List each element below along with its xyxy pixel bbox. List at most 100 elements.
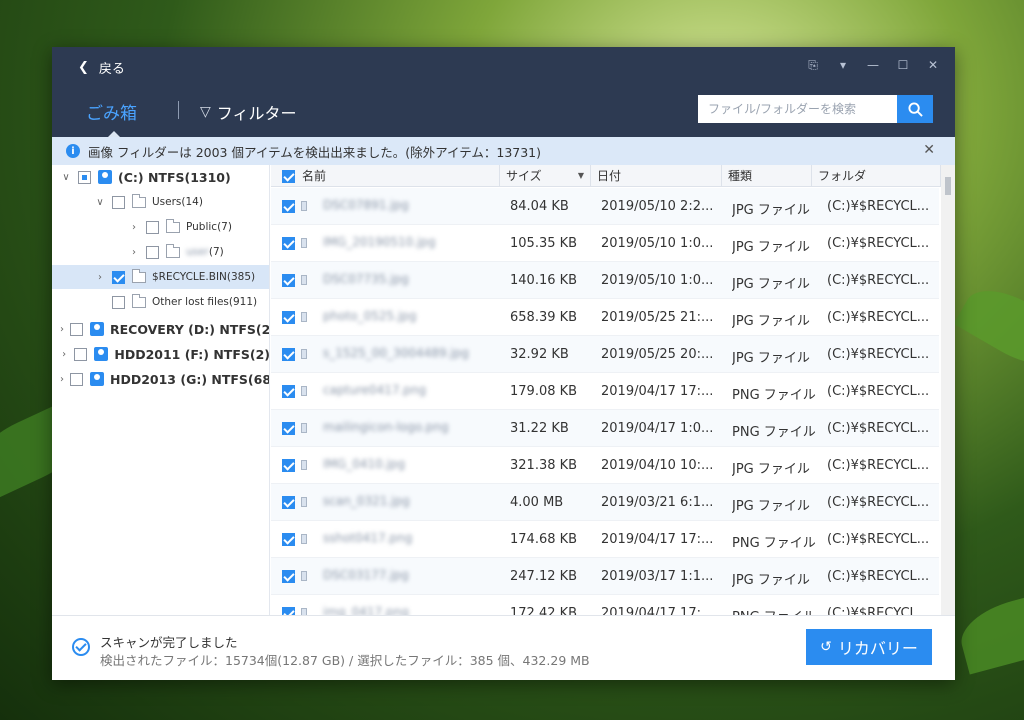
column-header-type[interactable]: 種類 (722, 165, 812, 187)
tree-node-drive-f[interactable]: › HDD2011 (F:) NTFS(2) (52, 342, 269, 366)
scrollbar-thumb[interactable] (945, 177, 951, 195)
file-folder: (C:)¥$RECYCL... (827, 458, 930, 473)
column-label: フォルダ (818, 169, 867, 183)
checkbox[interactable] (78, 170, 91, 184)
sort-down-icon: ▼ (577, 171, 584, 180)
back-button[interactable]: ❮ 戻る (78, 58, 125, 77)
select-all-checkbox[interactable] (282, 169, 295, 183)
file-icon (301, 201, 307, 211)
file-folder: (C:)¥$RECYCL... (827, 421, 930, 436)
column-label: 日付 (597, 169, 622, 183)
tree-node-recycle-bin[interactable]: › $RECYCLE.BIN(385) (52, 265, 269, 289)
table-row[interactable]: DSC07735.jpg 140.16 KB 2019/05/10 1:0... JP… (271, 262, 939, 299)
tree-node-other-lost-files[interactable]: Other lost files(911) (52, 290, 269, 314)
table-row[interactable]: IMG_20190510.jpg 105.35 KB 2019/05/10 1:0.… (271, 225, 939, 262)
chevron-right-icon[interactable]: › (128, 247, 140, 258)
chevron-right-icon[interactable]: › (60, 374, 64, 385)
tree-node-drive-g[interactable]: › HDD2013 (G:) NTFS(68 (52, 367, 269, 391)
table-row[interactable]: sshot0417.png 174.68 KB 2019/04/17 17:... P… (271, 521, 939, 558)
file-size: 658.39 KB (510, 310, 578, 325)
row-checkbox[interactable] (282, 348, 295, 361)
tree-node-public[interactable]: › Public(7) (52, 215, 269, 239)
row-checkbox[interactable] (282, 496, 295, 509)
column-header-name[interactable]: 名前 (271, 165, 500, 187)
row-checkbox[interactable] (282, 311, 295, 324)
file-icon (301, 238, 307, 248)
search-input[interactable] (698, 95, 897, 123)
column-header-date[interactable]: 日付 (591, 165, 722, 187)
file-size: 31.22 KB (510, 421, 569, 436)
menu-dropdown-icon[interactable]: ▾ (835, 57, 851, 73)
file-name: DSC07735.jpg (323, 272, 409, 286)
checkbox[interactable] (70, 322, 83, 336)
checkbox[interactable] (112, 295, 125, 309)
maximize-icon[interactable]: ☐ (895, 57, 911, 73)
checkbox[interactable] (112, 195, 125, 209)
file-folder: (C:)¥$RECYCL... (827, 606, 930, 615)
tree-node-users[interactable]: ∨ Users(14) (52, 190, 269, 214)
checkbox[interactable] (146, 245, 159, 259)
table-row[interactable]: DSC07891.jpg 84.04 KB 2019/05/10 2:2... JPG… (271, 188, 939, 225)
table-row[interactable]: scan_0321.jpg 4.00 MB 2019/03/21 6:1... JPG… (271, 484, 939, 521)
row-checkbox[interactable] (282, 607, 295, 615)
tree-node-user-folder[interactable]: › user (7) (52, 240, 269, 264)
file-folder: (C:)¥$RECYCL... (827, 310, 930, 325)
minimize-icon[interactable]: — (865, 57, 881, 73)
close-icon[interactable]: ✕ (923, 142, 935, 158)
file-name: IMG_20190510.jpg (323, 235, 436, 249)
checkbox-checked[interactable] (112, 270, 125, 284)
row-checkbox[interactable] (282, 274, 295, 287)
table-row[interactable]: s_1525_00_3004489.jpg 32.92 KB 2019/05/25 … (271, 336, 939, 373)
file-icon (301, 423, 307, 433)
history-icon: ↺ (820, 639, 832, 655)
file-type: PNG ファイル (732, 388, 816, 403)
file-type: JPG ファイル (732, 314, 810, 329)
chevron-right-icon[interactable]: › (128, 222, 140, 233)
checkbox[interactable] (70, 372, 83, 386)
row-checkbox[interactable] (282, 237, 295, 250)
row-checkbox[interactable] (282, 385, 295, 398)
chevron-down-icon[interactable]: ∨ (60, 172, 72, 183)
file-name: DSC07891.jpg (323, 198, 409, 212)
export-icon[interactable]: ⎘ (805, 57, 821, 73)
toolbar-divider (178, 101, 179, 119)
row-checkbox[interactable] (282, 570, 295, 583)
column-label: 種類 (728, 169, 753, 183)
file-date: 2019/04/17 17:... (601, 532, 714, 547)
chevron-right-icon[interactable]: › (60, 324, 64, 335)
file-size: 247.12 KB (510, 569, 578, 584)
chevron-down-icon[interactable]: ∨ (94, 197, 106, 208)
row-checkbox[interactable] (282, 200, 295, 213)
filter-button[interactable]: ▽ フィルター (200, 100, 296, 124)
row-checkbox[interactable] (282, 459, 295, 472)
file-icon (301, 460, 307, 470)
table-row[interactable]: capture0417.png 179.08 KB 2019/04/17 17:..… (271, 373, 939, 410)
column-header-size[interactable]: サイズ ▼ (500, 165, 591, 187)
recover-button[interactable]: ↺ リカバリー (806, 629, 932, 665)
tree-node-drive-c[interactable]: ∨ (C:) NTFS(1310) (52, 165, 269, 189)
tab-recycle-bin[interactable]: ごみ箱 (86, 99, 137, 124)
checkbox[interactable] (74, 347, 88, 361)
file-type: JPG ファイル (732, 499, 810, 514)
row-checkbox[interactable] (282, 422, 295, 435)
file-type: PNG ファイル (732, 425, 816, 440)
file-icon (301, 275, 307, 285)
checkbox[interactable] (146, 220, 159, 234)
chevron-right-icon[interactable]: › (60, 349, 68, 360)
close-icon[interactable]: ✕ (925, 57, 941, 73)
table-row[interactable]: photo_0525.jpg 658.39 KB 2019/05/25 21:...… (271, 299, 939, 336)
vertical-scrollbar[interactable] (941, 165, 955, 615)
tree-node-label: (C:) NTFS(1310) (118, 169, 231, 185)
file-folder: (C:)¥$RECYCL... (827, 532, 930, 547)
table-row[interactable]: IMG_0410.jpg 321.38 KB 2019/04/10 10:... JP… (271, 447, 939, 484)
column-header-folder[interactable]: フォルダ (812, 165, 941, 187)
table-row[interactable]: img_0417.png 172.42 KB 2019/04/17 17:... PN… (271, 595, 939, 615)
file-size: 4.00 MB (510, 495, 564, 510)
table-row[interactable]: mailingicon-logo.png 31.22 KB 2019/04/17 1… (271, 410, 939, 447)
chevron-right-icon[interactable]: › (94, 272, 106, 283)
file-name: DSC03177.jpg (323, 568, 409, 582)
table-row[interactable]: DSC03177.jpg 247.12 KB 2019/03/17 1:1... JP… (271, 558, 939, 595)
row-checkbox[interactable] (282, 533, 295, 546)
search-button[interactable] (897, 95, 933, 123)
tree-node-drive-d[interactable]: › RECOVERY (D:) NTFS(2 (52, 317, 269, 341)
